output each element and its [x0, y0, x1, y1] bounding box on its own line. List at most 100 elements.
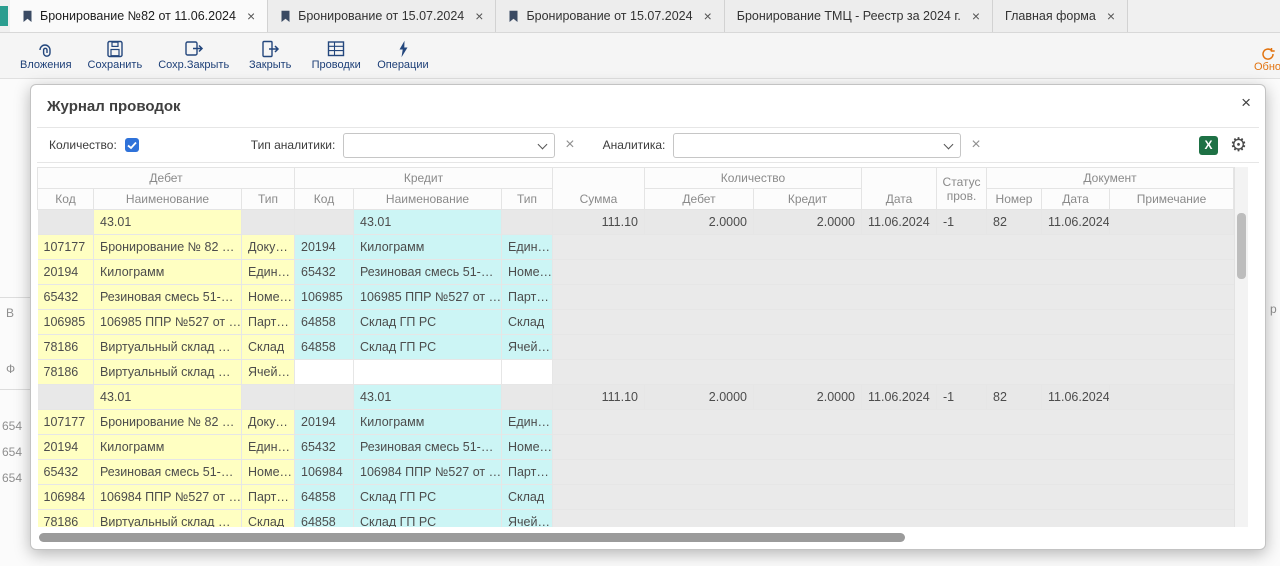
вложения-button[interactable]: Вложения	[12, 33, 80, 78]
quantity-checkbox[interactable]	[125, 138, 139, 152]
cell-credit-name[interactable]: Склад ГП РС	[354, 510, 502, 528]
cell-debit-name[interactable]: Килограмм	[94, 260, 242, 285]
cell-credit-code[interactable]: 64858	[295, 510, 354, 528]
cell-credit-type[interactable]	[502, 210, 553, 235]
col-header-sum[interactable]: Сумма	[553, 168, 645, 210]
vertical-scrollbar[interactable]	[1234, 167, 1248, 527]
col-header-status[interactable]: Статус пров.	[937, 168, 987, 210]
col-header-debit-name[interactable]: Наименование	[94, 189, 242, 210]
cell-debit-code[interactable]: 78186	[38, 360, 94, 385]
cell-credit-code[interactable]: 64858	[295, 335, 354, 360]
cell-debit-type[interactable]: Един…	[242, 435, 295, 460]
cell-debit-type[interactable]	[242, 210, 295, 235]
cell-debit-name[interactable]: Виртуальный склад …	[94, 510, 242, 528]
cell-credit-name[interactable]: Склад ГП РС	[354, 485, 502, 510]
tab-close-icon[interactable]: ×	[247, 9, 255, 23]
horizontal-scrollbar-thumb[interactable]	[39, 533, 905, 542]
cell-credit-type[interactable]	[502, 385, 553, 410]
cell-credit-code[interactable]: 106985	[295, 285, 354, 310]
cell-credit-code[interactable]: 65432	[295, 260, 354, 285]
операции-button[interactable]: Операции	[369, 33, 436, 78]
cell-credit-type[interactable]: Ячей…	[502, 510, 553, 528]
cell-credit-name[interactable]	[354, 360, 502, 385]
cell-debit-type[interactable]: Доку…	[242, 410, 295, 435]
cell-credit-type[interactable]: Един…	[502, 410, 553, 435]
cell-debit-name[interactable]: Бронирование № 82 …	[94, 410, 242, 435]
col-header-credit-code[interactable]: Код	[295, 189, 354, 210]
detail-row[interactable]: 20194КилограммЕдин…65432Резиновая смесь …	[38, 435, 1234, 460]
cell-credit-name[interactable]: Килограмм	[354, 410, 502, 435]
cell-credit-code[interactable]: 64858	[295, 310, 354, 335]
cell-debit-code[interactable]: 106984	[38, 485, 94, 510]
excel-export-icon[interactable]: X	[1199, 136, 1218, 155]
vertical-scrollbar-thumb[interactable]	[1237, 213, 1246, 279]
col-header-qty-credit[interactable]: Кредит	[754, 189, 862, 210]
cell-credit-name[interactable]: Резиновая смесь 51-…	[354, 260, 502, 285]
cell-credit-code[interactable]: 20194	[295, 235, 354, 260]
cell-debit-name[interactable]: Бронирование № 82 …	[94, 235, 242, 260]
tab-close-icon[interactable]: ×	[475, 9, 483, 23]
gear-icon[interactable]: ⚙	[1230, 136, 1247, 155]
cell-debit-name[interactable]: 43.01	[94, 385, 242, 410]
tab-close-icon[interactable]: ×	[704, 9, 712, 23]
col-header-credit-type[interactable]: Тип	[502, 189, 553, 210]
cell-doc-date[interactable]: 11.06.2024	[1042, 385, 1110, 410]
cell-debit-type[interactable]: Номе…	[242, 460, 295, 485]
cell-debit-code[interactable]: 107177	[38, 235, 94, 260]
detail-row[interactable]: 107177Бронирование № 82 …Доку…20194Килог…	[38, 410, 1234, 435]
cell-debit-type[interactable]	[242, 385, 295, 410]
horizontal-scrollbar[interactable]	[39, 533, 1239, 543]
analytics-clear-icon[interactable]: ×	[969, 137, 982, 153]
cell-qty-debit[interactable]: 2.0000	[645, 210, 754, 235]
cell-debit-code[interactable]	[38, 385, 94, 410]
cell-debit-type[interactable]: Номе…	[242, 285, 295, 310]
cell-credit-type[interactable]: Ячей…	[502, 335, 553, 360]
cell-status[interactable]: -1	[937, 385, 987, 410]
cell-debit-code[interactable]: 20194	[38, 435, 94, 460]
refresh-button[interactable]: Обно	[1254, 47, 1280, 73]
col-header-note[interactable]: Примечание	[1110, 189, 1234, 210]
tab[interactable]: Бронирование №82 от 11.06.2024×	[10, 0, 268, 32]
cell-doc-number[interactable]: 82	[987, 210, 1042, 235]
cell-debit-name[interactable]: 106984 ППР №527 от …	[94, 485, 242, 510]
cell-debit-name[interactable]: Виртуальный склад …	[94, 335, 242, 360]
detail-row[interactable]: 65432Резиновая смесь 51-…Номе…1069851069…	[38, 285, 1234, 310]
dialog-close-icon[interactable]: ×	[1241, 94, 1251, 111]
cell-date[interactable]: 11.06.2024	[862, 210, 937, 235]
cell-debit-name[interactable]: Виртуальный склад …	[94, 360, 242, 385]
detail-row[interactable]: 65432Резиновая смесь 51-…Номе…1069841069…	[38, 460, 1234, 485]
col-header-qty-debit[interactable]: Дебет	[645, 189, 754, 210]
cell-debit-type[interactable]: Парт…	[242, 485, 295, 510]
cell-qty-credit[interactable]: 2.0000	[754, 385, 862, 410]
cell-date[interactable]: 11.06.2024	[862, 385, 937, 410]
detail-row[interactable]: 78186Виртуальный склад …Ячей…	[38, 360, 1234, 385]
cell-credit-type[interactable]: Склад	[502, 310, 553, 335]
cell-credit-name[interactable]: Резиновая смесь 51-…	[354, 435, 502, 460]
cell-note[interactable]	[1110, 385, 1234, 410]
detail-row[interactable]: 107177Бронирование № 82 …Доку…20194Килог…	[38, 235, 1234, 260]
cell-debit-code[interactable]: 65432	[38, 285, 94, 310]
cell-credit-code[interactable]	[295, 210, 354, 235]
cell-credit-type[interactable]: Парт…	[502, 285, 553, 310]
cell-credit-type[interactable]: Номе…	[502, 260, 553, 285]
cell-credit-type[interactable]: Един…	[502, 235, 553, 260]
cell-credit-type[interactable]	[502, 360, 553, 385]
detail-row[interactable]: 20194КилограммЕдин…65432Резиновая смесь …	[38, 260, 1234, 285]
cell-doc-date[interactable]: 11.06.2024	[1042, 210, 1110, 235]
cell-debit-code[interactable]: 107177	[38, 410, 94, 435]
cell-credit-code[interactable]	[295, 360, 354, 385]
cell-debit-name[interactable]: Резиновая смесь 51-…	[94, 460, 242, 485]
сохранить-button[interactable]: Сохранить	[80, 33, 151, 78]
cell-debit-type[interactable]: Парт…	[242, 310, 295, 335]
cell-credit-name[interactable]: 43.01	[354, 385, 502, 410]
cell-debit-type[interactable]: Склад	[242, 335, 295, 360]
detail-row[interactable]: 106985106985 ППР №527 от …Парт…64858Скла…	[38, 310, 1234, 335]
cell-credit-type[interactable]: Склад	[502, 485, 553, 510]
cell-debit-code[interactable]	[38, 210, 94, 235]
col-header-credit-name[interactable]: Наименование	[354, 189, 502, 210]
analytics-select[interactable]	[673, 133, 961, 158]
cell-status[interactable]: -1	[937, 210, 987, 235]
tab[interactable]: Главная форма×	[993, 0, 1128, 32]
cell-debit-code[interactable]: 65432	[38, 460, 94, 485]
проводки-button[interactable]: Проводки	[303, 33, 369, 78]
